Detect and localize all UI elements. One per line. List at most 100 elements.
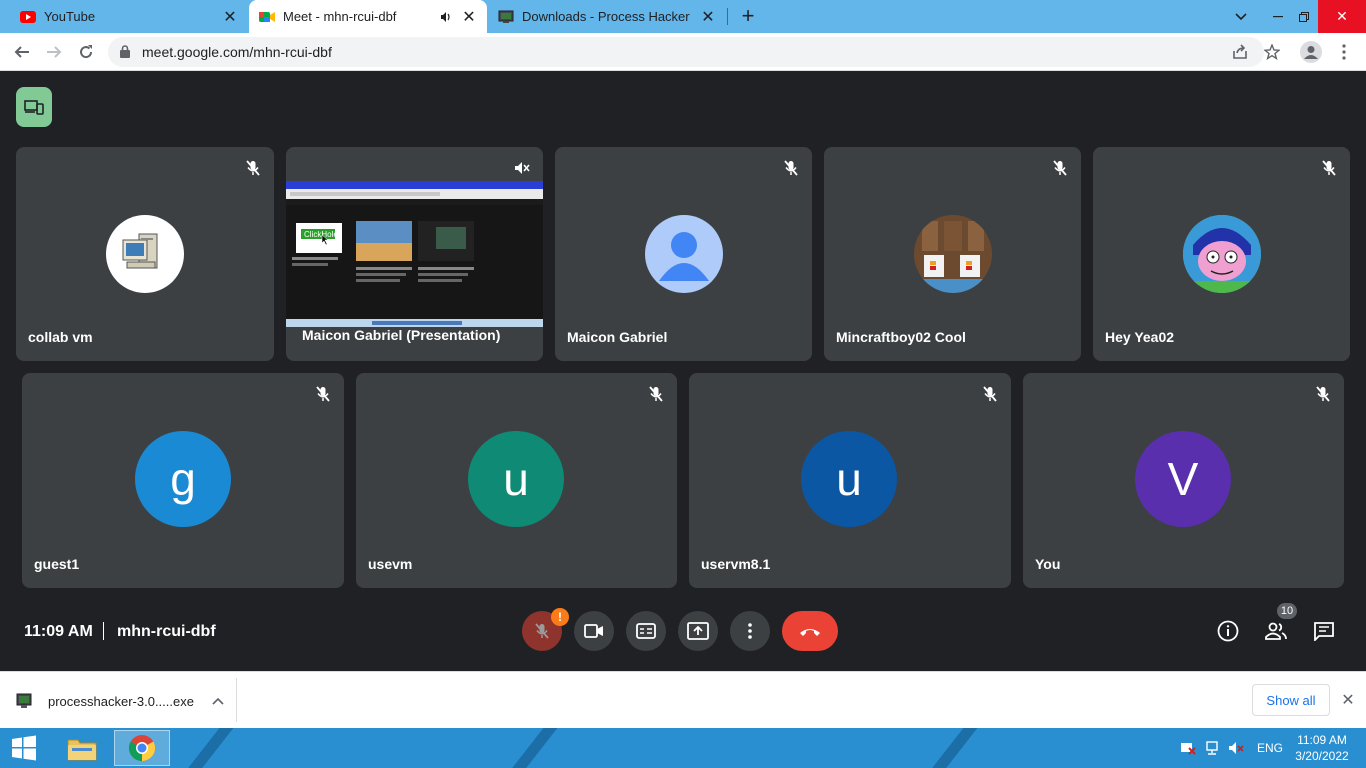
avatar: u bbox=[801, 431, 897, 527]
mic-off-icon bbox=[1314, 385, 1332, 403]
leave-call-button[interactable] bbox=[782, 611, 838, 651]
tab-search-icon[interactable] bbox=[1228, 0, 1254, 33]
present-screen-button[interactable] bbox=[678, 611, 718, 651]
participant-tile[interactable]: Maicon Gabriel bbox=[555, 147, 812, 361]
tab-process-hacker[interactable]: Downloads - Process Hacker ✕ bbox=[488, 0, 726, 33]
shared-screen: ClickHole bbox=[286, 181, 543, 327]
tab-meet[interactable]: Meet - mhn-rcui-dbf ✕ bbox=[249, 0, 487, 33]
meet-icon bbox=[259, 9, 275, 25]
forward-button[interactable] bbox=[40, 38, 68, 66]
close-downloads-icon[interactable]: ✕ bbox=[1338, 690, 1358, 710]
url-text: meet.google.com/mhn-rcui-dbf bbox=[142, 44, 332, 60]
restore-button[interactable] bbox=[1292, 0, 1316, 33]
participant-tile[interactable]: u uservm8.1 bbox=[689, 373, 1011, 588]
computer-icon bbox=[122, 233, 158, 269]
presentation-tile[interactable]: ClickHole Maicon Gabriel (Presentation) bbox=[286, 147, 543, 361]
windows-logo-icon bbox=[12, 735, 36, 761]
avatar: g bbox=[135, 431, 231, 527]
volume-muted-icon[interactable] bbox=[1228, 728, 1246, 768]
avatar: u bbox=[468, 431, 564, 527]
language-indicator[interactable]: ENG bbox=[1257, 728, 1283, 768]
participant-name: Maicon Gabriel (Presentation) bbox=[302, 327, 501, 343]
participant-name: uservm8.1 bbox=[701, 556, 771, 572]
participant-name: Mincraftboy02 Cool bbox=[836, 329, 966, 345]
chrome-menu-icon[interactable] bbox=[1330, 38, 1358, 66]
show-all-button[interactable]: Show all bbox=[1252, 684, 1330, 716]
default-person-icon bbox=[659, 232, 709, 281]
captions-button[interactable] bbox=[626, 611, 666, 651]
chat-icon bbox=[1314, 622, 1334, 641]
tab-title: Downloads - Process Hacker bbox=[522, 9, 690, 24]
companion-device-icon[interactable] bbox=[16, 87, 52, 127]
svg-text:ClickHole: ClickHole bbox=[304, 230, 338, 239]
more-vert-icon bbox=[748, 623, 752, 639]
mic-off-icon bbox=[647, 385, 665, 403]
taskbar-stripe bbox=[496, 728, 558, 768]
profile-avatar[interactable] bbox=[1297, 38, 1325, 66]
people-button[interactable] bbox=[1262, 617, 1290, 645]
tab-youtube[interactable]: YouTube ✕ bbox=[0, 0, 248, 33]
taskbar-clock[interactable]: 11:09 AM 3/20/2022 bbox=[1290, 732, 1354, 764]
download-item[interactable]: processhacker-3.0.....exe bbox=[14, 686, 224, 716]
mic-off-icon bbox=[1051, 159, 1069, 177]
participant-tile[interactable]: u usevm bbox=[356, 373, 677, 588]
meeting-time: 11:09 AM bbox=[24, 623, 93, 640]
chrome-taskbar-button[interactable] bbox=[114, 730, 170, 766]
process-hacker-icon bbox=[498, 9, 514, 25]
speaker-muted-icon[interactable] bbox=[439, 9, 453, 25]
new-tab-button[interactable]: + bbox=[736, 5, 760, 29]
participant-tile-self[interactable]: V You bbox=[1023, 373, 1344, 588]
more-options-button[interactable] bbox=[730, 611, 770, 651]
close-tab-icon[interactable]: ✕ bbox=[696, 5, 720, 29]
taskbar-stripe bbox=[916, 728, 978, 768]
back-button[interactable] bbox=[8, 38, 36, 66]
chevron-up-icon[interactable] bbox=[212, 697, 224, 705]
address-bar[interactable]: meet.google.com/mhn-rcui-dbf bbox=[108, 37, 1264, 67]
taskbar-date: 3/20/2022 bbox=[1295, 749, 1349, 763]
tab-strip: YouTube ✕ Meet - mhn-rcui-dbf ✕ Download… bbox=[0, 0, 1366, 33]
close-tab-icon[interactable]: ✕ bbox=[457, 5, 481, 29]
reload-button[interactable] bbox=[72, 38, 100, 66]
youtube-icon bbox=[20, 9, 36, 25]
action-center-icon[interactable] bbox=[1180, 728, 1198, 768]
mic-off-icon bbox=[314, 385, 332, 403]
share-icon[interactable] bbox=[1226, 38, 1254, 66]
avatar-letter: u bbox=[836, 453, 862, 505]
camera-toggle-button[interactable] bbox=[574, 611, 614, 651]
present-icon bbox=[687, 622, 709, 640]
bookmark-star-icon[interactable] bbox=[1258, 38, 1286, 66]
network-icon[interactable] bbox=[1204, 728, 1222, 768]
browser-toolbar: meet.google.com/mhn-rcui-dbf bbox=[0, 33, 1366, 71]
mic-off-icon bbox=[981, 385, 999, 403]
taskbar: ENG 11:09 AM 3/20/2022 bbox=[0, 728, 1366, 768]
avatar-letter: g bbox=[170, 453, 196, 505]
captions-icon bbox=[636, 623, 656, 639]
cartoon-character-image bbox=[1183, 215, 1261, 293]
avatar bbox=[106, 215, 184, 293]
lock-icon[interactable] bbox=[120, 45, 130, 63]
avatar-letter: u bbox=[503, 453, 529, 505]
folder-icon bbox=[67, 739, 97, 761]
participant-tile[interactable]: Hey Yea02 bbox=[1093, 147, 1350, 361]
minecraft-chickens-image bbox=[914, 215, 992, 293]
chrome-icon bbox=[128, 735, 156, 762]
close-tab-icon[interactable]: ✕ bbox=[218, 5, 242, 29]
taskbar-time: 11:09 AM bbox=[1297, 733, 1347, 747]
warning-badge[interactable]: ! bbox=[551, 608, 569, 626]
exe-file-icon bbox=[14, 691, 34, 711]
start-button[interactable] bbox=[0, 728, 48, 768]
minimize-button[interactable] bbox=[1266, 0, 1290, 33]
participant-tile[interactable]: Mincraftboy02 Cool bbox=[824, 147, 1081, 361]
participant-tile[interactable]: g guest1 bbox=[22, 373, 344, 588]
end-call-icon bbox=[800, 629, 820, 636]
divider bbox=[103, 622, 104, 640]
file-explorer-button[interactable] bbox=[54, 730, 110, 766]
meeting-details-button[interactable] bbox=[1214, 617, 1242, 645]
download-filename: processhacker-3.0.....exe bbox=[48, 693, 194, 709]
participant-tile[interactable]: collab vm bbox=[16, 147, 274, 361]
mic-off-icon bbox=[1320, 159, 1338, 177]
close-window-button[interactable]: ✕ bbox=[1318, 0, 1366, 33]
chat-button[interactable] bbox=[1310, 617, 1338, 645]
participant-name: You bbox=[1035, 556, 1061, 572]
mic-off-icon bbox=[513, 159, 531, 177]
